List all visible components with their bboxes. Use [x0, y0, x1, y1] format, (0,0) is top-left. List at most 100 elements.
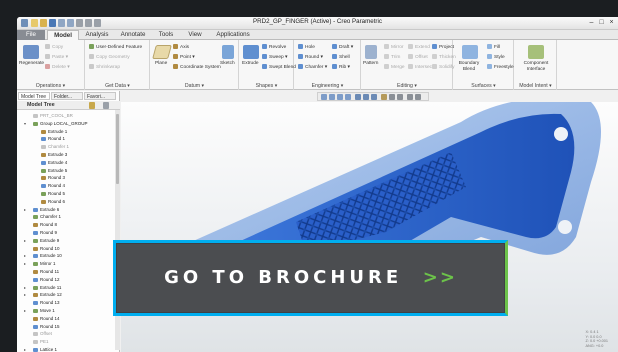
perspective-icon[interactable] — [407, 94, 413, 100]
editing-label[interactable]: Editing ▾ — [362, 83, 452, 89]
trim-button[interactable]: Trim — [384, 54, 400, 61]
tree-expand-icon[interactable]: ▸ — [24, 260, 26, 268]
merge-button[interactable]: Merge — [384, 64, 405, 71]
tree-row[interactable]: Round 4 — [17, 182, 115, 190]
tree-row[interactable]: Round 12 — [17, 276, 115, 284]
fill-button[interactable]: Fill — [487, 44, 500, 51]
tree-row[interactable]: Chamfer 1 — [17, 143, 115, 151]
shapes-label[interactable]: Shapes ▾ — [240, 83, 293, 89]
tab-favorites[interactable]: Favori... — [84, 92, 116, 100]
tree-row[interactable]: Extrude 3 — [17, 151, 115, 159]
tree-row[interactable]: Round 5 — [17, 190, 115, 198]
tree-row[interactable]: ▸ Extrude 10 — [17, 252, 115, 260]
tree-row[interactable]: Chamfer 1 — [17, 213, 115, 221]
tab-model-tree[interactable]: Model Tree — [18, 92, 50, 100]
sweep-button[interactable]: Sweep ▾ — [262, 54, 287, 61]
annotation-display-icon[interactable] — [389, 94, 395, 100]
extend-button[interactable]: Extend — [408, 44, 430, 51]
tree-row[interactable]: PRT_COOL_BR — [17, 112, 115, 120]
tab-annotate[interactable]: Annotate — [116, 30, 150, 40]
cta-label[interactable]: GO TO BROCHURE >> — [116, 243, 505, 313]
cut-view-icon[interactable] — [415, 94, 421, 100]
tree-row[interactable]: Round 1 — [17, 135, 115, 143]
shrinkwrap-button[interactable]: Shrinkwrap — [89, 64, 120, 71]
view-manager-icon[interactable] — [371, 94, 377, 100]
tree-row[interactable]: ▸ Move 1 — [17, 307, 115, 315]
csys-button[interactable]: Coordinate System — [173, 64, 221, 71]
close-icon[interactable]: × — [607, 18, 616, 28]
repaint-icon[interactable] — [345, 94, 351, 100]
copy-geometry-button[interactable]: Copy Geometry — [89, 54, 130, 61]
pivot-hole-bottom[interactable] — [558, 220, 572, 234]
draft-button[interactable]: Draft ▾ — [332, 44, 353, 51]
shell-button[interactable]: Shell — [332, 54, 350, 61]
revolve-button[interactable]: Revolve — [262, 44, 286, 51]
tree-row[interactable]: Round 13 — [17, 299, 115, 307]
chamfer-button[interactable]: Chamfer ▾ — [298, 64, 327, 71]
get-data-label[interactable]: Get Data ▾ — [86, 83, 149, 89]
tree-expand-icon[interactable]: ▸ — [24, 307, 26, 315]
tree-row[interactable]: Round 10 — [17, 245, 115, 253]
tree-expand-icon[interactable]: ▸ — [24, 291, 26, 299]
minimize-icon[interactable]: – — [587, 18, 596, 28]
intersect-button[interactable]: Intersect — [408, 64, 433, 71]
engineering-label[interactable]: Engineering ▾ — [295, 83, 360, 89]
tree-row[interactable]: ▸ Extrude 12 — [17, 291, 115, 299]
style-button[interactable]: Style — [487, 54, 505, 61]
plane-button[interactable]: Plane — [155, 61, 167, 67]
swept-blend-button[interactable]: Swept Blend — [262, 64, 296, 71]
point-button[interactable]: Point ▾ — [173, 54, 195, 61]
tree-row[interactable]: Extrude 5 — [17, 167, 115, 175]
tab-analysis[interactable]: Analysis — [81, 30, 113, 40]
tree-row[interactable]: ▸ Extrude 9 — [17, 237, 115, 245]
axis-button[interactable]: Axis — [173, 44, 189, 51]
paste-button[interactable]: Paste ▾ — [45, 54, 68, 61]
mirror-button[interactable]: Mirror — [384, 44, 404, 51]
refit-icon[interactable] — [321, 94, 327, 100]
tree-expand-icon[interactable]: ▸ — [24, 237, 26, 245]
tree-row[interactable]: Round 8 — [17, 221, 115, 229]
pattern-button[interactable]: Pattern — [363, 61, 378, 67]
extrude-button[interactable]: Extrude — [242, 61, 259, 67]
tab-view[interactable]: View — [182, 30, 208, 40]
regenerate-button[interactable]: Regenerate — [19, 61, 44, 67]
tree-row[interactable]: Round 9 — [17, 229, 115, 237]
saved-orientations-icon[interactable] — [363, 94, 369, 100]
tree-expand-icon[interactable]: ▸ — [24, 252, 26, 260]
tree-row[interactable]: Round 11 — [17, 268, 115, 276]
tab-folder-browser[interactable]: Folder... — [51, 92, 83, 100]
copy-button[interactable]: Copy — [45, 44, 63, 51]
tree-expand-icon[interactable]: ▸ — [24, 346, 26, 352]
component-interface-button[interactable]: Component Interface — [516, 61, 556, 73]
rib-button[interactable]: Rib ▾ — [332, 64, 350, 71]
operations-label[interactable]: Operations ▾ — [17, 83, 84, 89]
tab-tools[interactable]: Tools — [153, 30, 179, 40]
tree-row[interactable]: ▸ Mirror 1 — [17, 260, 115, 268]
zoom-in-icon[interactable] — [329, 94, 335, 100]
display-style-icon[interactable] — [355, 94, 361, 100]
tab-file[interactable]: File — [17, 30, 45, 40]
offset-button[interactable]: Offset — [408, 54, 428, 61]
spin-center-icon[interactable] — [397, 94, 403, 100]
sketch-button[interactable]: Sketch — [220, 61, 235, 67]
round-button[interactable]: Round ▾ — [298, 54, 323, 61]
tree-row[interactable]: ▸ Lattice 1 — [17, 346, 115, 352]
surfaces-label[interactable]: Surfaces ▾ — [454, 83, 513, 89]
tree-expand-icon[interactable]: ▸ — [24, 206, 26, 214]
udf-button[interactable]: User-Defined Feature — [89, 44, 142, 51]
tree-expand-icon[interactable]: ▾ — [24, 120, 26, 128]
tree-row[interactable]: Extrude 4 — [17, 159, 115, 167]
tree-row[interactable]: ▸ Extrude 6 — [17, 206, 115, 214]
tree-row[interactable]: Round 14 — [17, 315, 115, 323]
go-to-brochure-button[interactable]: GO TO BROCHURE >> — [113, 240, 508, 316]
thicken-button[interactable]: Thicken — [432, 54, 456, 61]
maximize-icon[interactable]: □ — [597, 18, 606, 28]
zoom-out-icon[interactable] — [337, 94, 343, 100]
datum-label[interactable]: Datum ▾ — [151, 83, 238, 89]
tree-row[interactable]: ▾ Group LOCAL_GROUP — [17, 120, 115, 128]
pivot-hole-top[interactable] — [554, 127, 568, 141]
delete-button[interactable]: Delete ▾ — [45, 64, 70, 71]
tree-row[interactable]: Extrude 1 — [17, 128, 115, 136]
tree-expand-icon[interactable]: ▸ — [24, 284, 26, 292]
boundary-blend-button[interactable]: Boundary Blend — [455, 61, 483, 73]
